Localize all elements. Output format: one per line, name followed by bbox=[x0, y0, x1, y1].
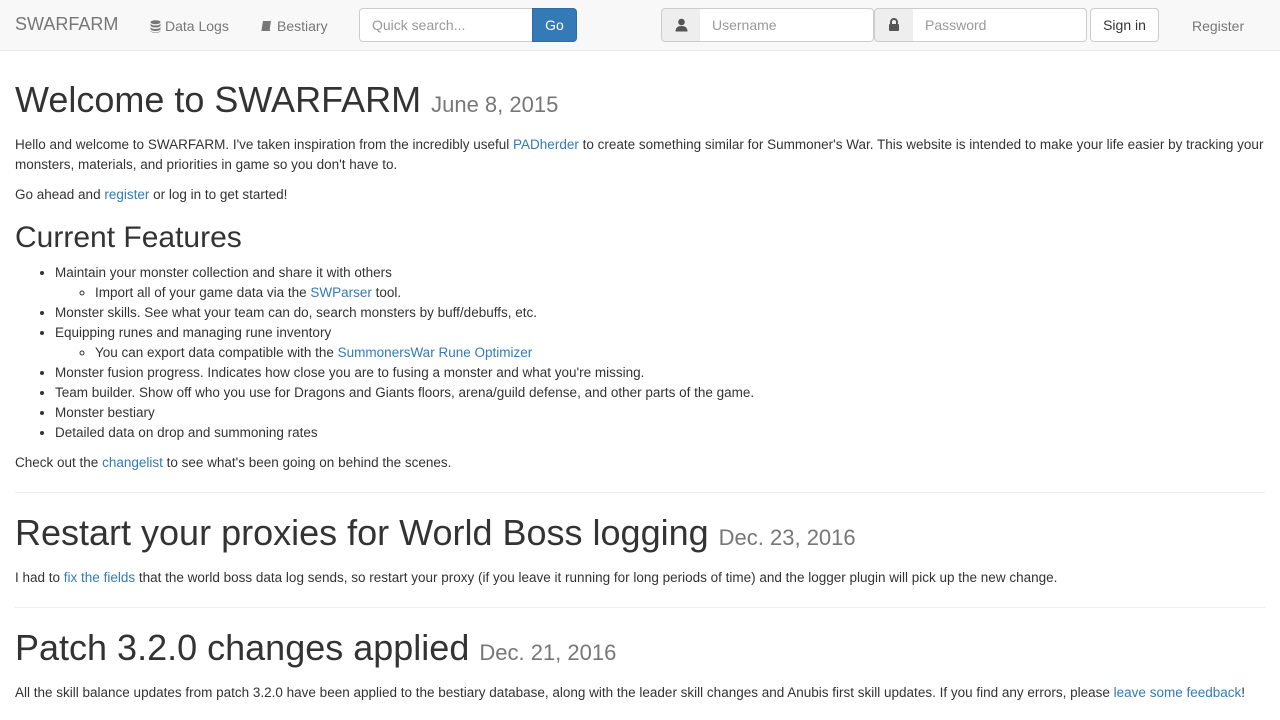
post-text: I had to bbox=[15, 570, 64, 585]
welcome-post: Welcome to SWARFARM June 8, 2015 Hello a… bbox=[15, 80, 1265, 473]
news-post-world-boss: Restart your proxies for World Boss logg… bbox=[15, 513, 1265, 588]
post-date: Dec. 21, 2016 bbox=[479, 640, 617, 665]
nav-bestiary[interactable]: Bestiary bbox=[261, 16, 328, 36]
leave-feedback-link[interactable]: leave some feedback bbox=[1114, 685, 1242, 700]
post-date: Dec. 23, 2016 bbox=[718, 525, 856, 550]
rune-optimizer-link[interactable]: SummonersWar Rune Optimizer bbox=[338, 345, 533, 360]
list-item: Monster fusion progress. Indicates how c… bbox=[55, 363, 1265, 383]
go-text: Go ahead and bbox=[15, 187, 105, 202]
main-content: Welcome to SWARFARM June 8, 2015 Hello a… bbox=[0, 80, 1280, 703]
nav-data-logs[interactable]: Data Logs bbox=[150, 16, 229, 36]
changelist-link[interactable]: changelist bbox=[102, 455, 163, 470]
news-post-patch: Patch 3.2.0 changes applied Dec. 21, 201… bbox=[15, 628, 1265, 703]
password-field[interactable] bbox=[913, 8, 1087, 42]
list-item: You can export data compatible with the … bbox=[95, 343, 1265, 363]
sign-in-button[interactable]: Sign in bbox=[1090, 8, 1159, 42]
welcome-date: June 8, 2015 bbox=[431, 92, 559, 117]
post-text-after: that the world boss data log sends, so r… bbox=[135, 570, 1058, 585]
welcome-title: Welcome to SWARFARM June 8, 2015 bbox=[15, 80, 1265, 125]
post-text-after: ! bbox=[1241, 685, 1246, 700]
get-started-text: Go ahead and register or log in to get s… bbox=[15, 185, 1265, 205]
check-text: Check out the bbox=[15, 455, 103, 470]
list-item: Team builder. Show off who you use for D… bbox=[55, 383, 1265, 403]
go-text-after: or log in to get started! bbox=[149, 187, 288, 202]
welcome-title-text: Welcome to SWARFARM bbox=[15, 79, 422, 120]
fix-the-fields-link[interactable]: fix the fields bbox=[64, 570, 135, 585]
list-item: Import all of your game data via the SWP… bbox=[95, 283, 1265, 303]
top-navbar: SWARFARM Data Logs Bestiary Go Sign in R… bbox=[0, 0, 1280, 51]
post-title-text: Restart your proxies for World Boss logg… bbox=[15, 512, 709, 553]
lock-icon bbox=[874, 8, 914, 42]
register-inline-link[interactable]: register bbox=[104, 187, 149, 202]
register-link[interactable]: Register bbox=[1192, 16, 1244, 36]
welcome-intro: Hello and welcome to SWARFARM. I've take… bbox=[15, 135, 1265, 175]
list-item: Detailed data on drop and summoning rate… bbox=[55, 423, 1265, 443]
features-heading: Current Features bbox=[15, 221, 242, 254]
database-icon bbox=[150, 19, 161, 33]
search-go-button[interactable]: Go bbox=[532, 8, 577, 42]
feature-text: Maintain your monster collection and sha… bbox=[55, 265, 392, 280]
nav-bestiary-label: Bestiary bbox=[277, 18, 328, 34]
feature-text: tool. bbox=[371, 285, 402, 300]
divider bbox=[15, 607, 1265, 608]
changelist-text: Check out the changelist to see what's b… bbox=[15, 453, 1265, 473]
padherder-link[interactable]: PADherder bbox=[513, 137, 579, 152]
features-list: Maintain your monster collection and sha… bbox=[15, 263, 1265, 443]
list-item: Equipping runes and managing rune invent… bbox=[55, 323, 1265, 363]
feature-text: You can export data compatible with the bbox=[95, 345, 338, 360]
book-icon bbox=[261, 20, 273, 32]
feature-text: Equipping runes and managing rune invent… bbox=[55, 325, 332, 340]
post-title-text: Patch 3.2.0 changes applied bbox=[15, 627, 470, 668]
sub-list: Import all of your game data via the SWP… bbox=[55, 283, 1265, 303]
user-icon bbox=[661, 8, 701, 42]
list-item: Monster bestiary bbox=[55, 403, 1265, 423]
post-title: Restart your proxies for World Boss logg… bbox=[15, 513, 1265, 558]
username-field[interactable] bbox=[700, 8, 874, 42]
divider bbox=[15, 492, 1265, 493]
post-body: All the skill balance updates from patch… bbox=[15, 683, 1265, 703]
sub-list: You can export data compatible with the … bbox=[55, 343, 1265, 363]
intro-text: Hello and welcome to SWARFARM. I've take… bbox=[15, 137, 514, 152]
post-title: Patch 3.2.0 changes applied Dec. 21, 201… bbox=[15, 628, 1265, 673]
brand-logo-link[interactable]: SWARFARM bbox=[15, 14, 118, 34]
swparser-link[interactable]: SWParser bbox=[310, 285, 372, 300]
quick-search-input[interactable] bbox=[359, 8, 533, 42]
check-text-after: to see what's been going on behind the s… bbox=[162, 455, 452, 470]
post-text: All the skill balance updates from patch… bbox=[15, 685, 1114, 700]
feature-text: Import all of your game data via the bbox=[95, 285, 311, 300]
post-body: I had to fix the fields that the world b… bbox=[15, 568, 1265, 588]
list-item: Maintain your monster collection and sha… bbox=[55, 263, 1265, 303]
list-item: Monster skills. See what your team can d… bbox=[55, 303, 1265, 323]
nav-data-logs-label: Data Logs bbox=[165, 18, 229, 34]
